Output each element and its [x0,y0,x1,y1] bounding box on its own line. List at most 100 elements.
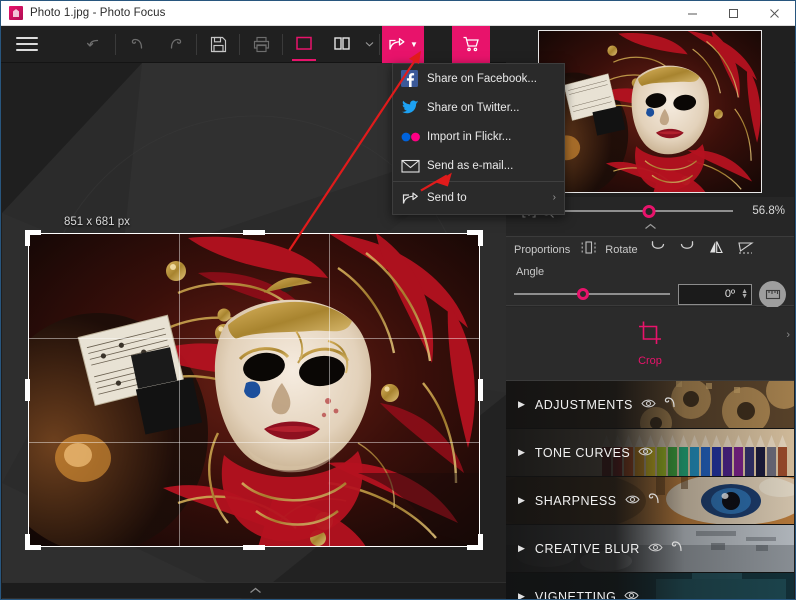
crop-grid-line [329,233,331,547]
photo-focus-window: Photo 1.jpg - Photo Focus ▼ 851 x 681 px… [0,0,796,600]
menu-item-share-twitter[interactable]: Share on Twitter... [393,93,564,122]
flip-horizontal-icon[interactable] [708,240,724,260]
angle-slider[interactable] [514,285,670,303]
proportions-label: Proportions [514,244,571,256]
angle-value: 0º [724,288,736,300]
shopping-cart-icon[interactable] [451,25,490,63]
transform-tools-section: Proportions Rotate Angle 0º ▲ ▼ [506,236,794,309]
view-dropdown-icon[interactable] [361,26,377,63]
crop-handle-bottom-right[interactable] [478,534,483,550]
image-dimensions-label: 851 x 681 px [64,216,130,228]
crop-expand-icon[interactable]: › [786,329,790,341]
crop-handle-top-right[interactable] [478,230,483,246]
menu-item-label: Send as e-mail... [427,159,514,172]
window-title: Photo 1.jpg - Photo Focus [30,7,166,19]
angle-value-field[interactable]: 0º ▲ ▼ [678,283,752,305]
chevron-right-icon[interactable]: › [553,192,556,203]
single-view-icon[interactable] [285,26,323,63]
flip-vertical-icon[interactable] [737,240,754,260]
share-arrow-icon [401,189,427,206]
straighten-icon[interactable] [759,280,786,308]
accordion-item-sharpness[interactable]: ▶ SHARPNESS [506,477,794,525]
eye-icon[interactable] [641,396,656,414]
back-arrow-icon[interactable] [75,26,113,63]
crop-tool-block[interactable]: Crop › [506,307,794,381]
constrain-proportions-icon[interactable] [580,240,597,260]
save-disk-icon[interactable] [199,26,237,63]
crop-handle-bottom-middle[interactable] [243,545,265,550]
menu-item-send-email[interactable]: Send as e-mail... [393,151,564,180]
angle-stepper-icon[interactable]: ▲ ▼ [741,288,748,300]
maximize-button[interactable] [713,1,754,26]
accordion-title: SHARPNESS [534,493,617,508]
reset-icon[interactable] [670,540,684,558]
triangle-right-icon[interactable]: ▶ [518,399,525,410]
image-preview-thumbnail[interactable] [538,30,762,193]
accordion-title: CREATIVE BLUR [534,541,640,556]
eye-icon[interactable] [624,588,639,600]
close-button[interactable] [754,1,795,26]
filmstrip-expander[interactable] [2,582,508,598]
reset-icon[interactable] [663,396,677,414]
app-logo-icon [9,6,23,20]
printer-icon[interactable] [242,26,280,63]
crop-grid-line [178,233,180,547]
envelope-icon [401,159,427,173]
crop-handle-bottom-left[interactable] [25,534,30,550]
accordion-title: VIGNETTING [534,589,617,600]
share-dropdown-menu[interactable]: Share on Facebook... Share on Twitter...… [392,63,565,215]
eye-icon[interactable] [624,492,640,510]
split-view-icon[interactable] [323,26,361,63]
minimize-button[interactable] [672,1,713,26]
share-icon[interactable] [382,26,412,63]
rotate-left-icon[interactable] [650,240,666,260]
accordion-item-vignetting[interactable]: ▶ VIGNETTING [506,573,794,599]
flickr-icon [401,132,427,142]
angle-label: Angle [516,266,545,278]
crop-label: Crop [638,355,662,367]
triangle-right-icon[interactable]: ▶ [518,495,525,506]
crop-handle-left-middle[interactable] [25,379,30,401]
accordion-item-tone-curves[interactable]: ▶ TONE CURVES [506,429,794,477]
title-bar: Photo 1.jpg - Photo Focus [1,1,795,26]
eye-icon[interactable] [638,444,653,462]
menu-item-share-facebook[interactable]: Share on Facebook... [393,64,564,93]
accordion-item-adjustments[interactable]: ▶ ADJUSTMENTS [506,381,794,429]
window-controls [672,1,795,26]
menu-item-import-flickr[interactable]: Import in Flickr... [393,122,564,151]
panel-collapse-icon[interactable] [506,223,794,236]
main-photo[interactable] [28,233,480,547]
crop-handle-right-middle[interactable] [478,379,483,401]
crop-grid-line [28,442,480,444]
menu-item-label: Share on Twitter... [427,101,520,114]
undo-icon[interactable] [118,26,156,63]
share-caret-icon[interactable]: ▼ [410,40,418,49]
facebook-icon [401,70,427,87]
hamburger-menu-icon[interactable] [1,26,53,63]
eye-icon[interactable] [648,540,663,558]
crop-overlay[interactable] [25,230,483,550]
triangle-right-icon[interactable]: ▶ [518,543,525,554]
chevron-up-icon [249,587,261,594]
crop-handle-top-middle[interactable] [243,230,265,235]
triangle-right-icon[interactable]: ▶ [518,591,525,599]
rotate-label: Rotate [605,244,638,256]
share-button[interactable]: ▼ [382,25,424,63]
zoom-slider[interactable] [565,202,733,220]
crop-grid-line [28,337,480,339]
menu-divider [393,181,564,182]
reset-icon[interactable] [647,492,661,510]
accordion-title: ADJUSTMENTS [534,397,633,412]
rotate-right-icon[interactable] [679,240,695,260]
angle-control-row: 0º ▲ ▼ [506,279,794,309]
twitter-icon [401,100,427,115]
menu-item-label: Import in Flickr... [427,130,512,143]
triangle-right-icon[interactable]: ▶ [518,447,525,458]
redo-icon[interactable] [156,26,194,63]
crop-handle-top-left[interactable] [25,230,30,246]
menu-item-send-to[interactable]: Send to › [393,183,564,212]
crop-icon[interactable] [637,320,663,351]
zoom-value-label: 56.8% [752,205,785,217]
accordion-item-creative-blur[interactable]: ▶ CREATIVE BLUR [506,525,794,573]
menu-item-label: Send to [427,191,467,204]
